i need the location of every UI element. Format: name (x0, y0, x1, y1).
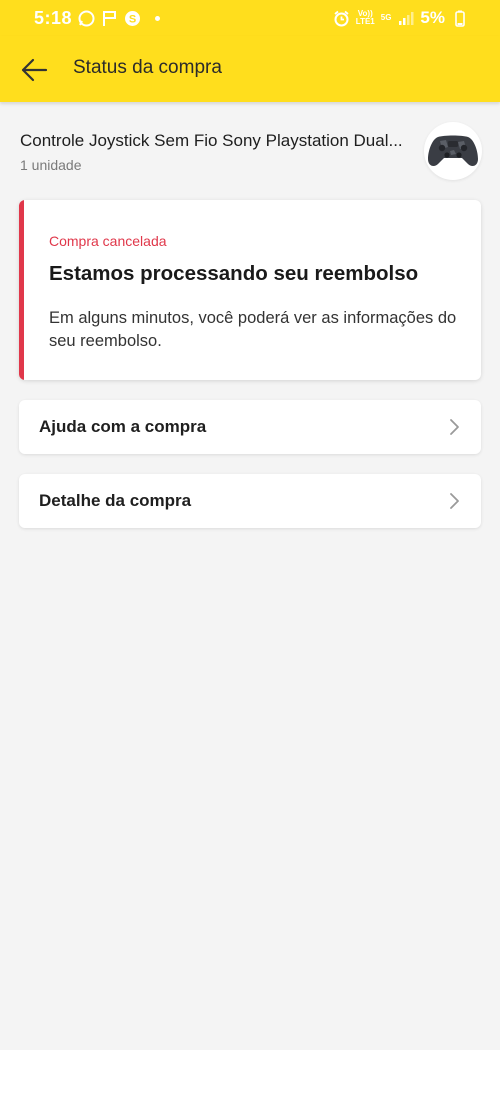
purchase-detail-label: Detalhe da compra (39, 491, 192, 510)
page-title: Status da compra (73, 57, 222, 78)
lte-text: LTE1 (355, 17, 375, 26)
flag-icon (101, 10, 118, 27)
back-button[interactable] (18, 54, 50, 86)
bottom-navigation-area (0, 1050, 500, 1111)
arrow-left-icon (21, 58, 48, 82)
product-summary: Controle Joystick Sem Fio Sony Playstati… (0, 102, 500, 190)
product-quantity: 1 unidade (20, 157, 82, 173)
clock: 5:18 (34, 7, 73, 28)
chevron-right-icon (450, 419, 459, 435)
product-thumbnail[interactable] (424, 122, 482, 180)
whatsapp-icon (78, 10, 95, 27)
app-bar: Status da compra (0, 36, 500, 102)
svg-text:S: S (129, 13, 136, 25)
product-name: Controle Joystick Sem Fio Sony Playstati… (20, 131, 403, 150)
network-type: 5G (380, 13, 392, 22)
system-icons: Vo)) LTE1 5G 5% (333, 0, 468, 36)
more-notifications-dot (155, 15, 161, 21)
refund-status-card: Compra cancelada Estamos processando seu… (19, 200, 481, 380)
status-description: Em alguns minutos, você poderá ver as in… (49, 309, 457, 350)
signal-icon (397, 10, 414, 27)
skype-icon: S (124, 10, 141, 27)
status-accent-bar (19, 200, 24, 380)
alarm-icon (333, 10, 350, 27)
status-title: Estamos processando seu reembolso (49, 262, 419, 285)
notification-icons: S (78, 10, 161, 27)
battery-level: 5% (420, 8, 445, 27)
gamepad-icon (428, 135, 478, 167)
purchase-help-label: Ajuda com a compra (39, 417, 207, 436)
battery-icon (451, 10, 468, 27)
chevron-right-icon (450, 493, 459, 509)
purchase-help-row[interactable]: Ajuda com a compra (19, 400, 481, 454)
volte-indicator: Vo)) LTE1 (356, 10, 375, 26)
status-badge: Compra cancelada (49, 233, 167, 249)
status-bar: 5:18 S Vo)) LTE1 5G 5% (0, 0, 500, 36)
purchase-detail-row[interactable]: Detalhe da compra (19, 474, 481, 528)
